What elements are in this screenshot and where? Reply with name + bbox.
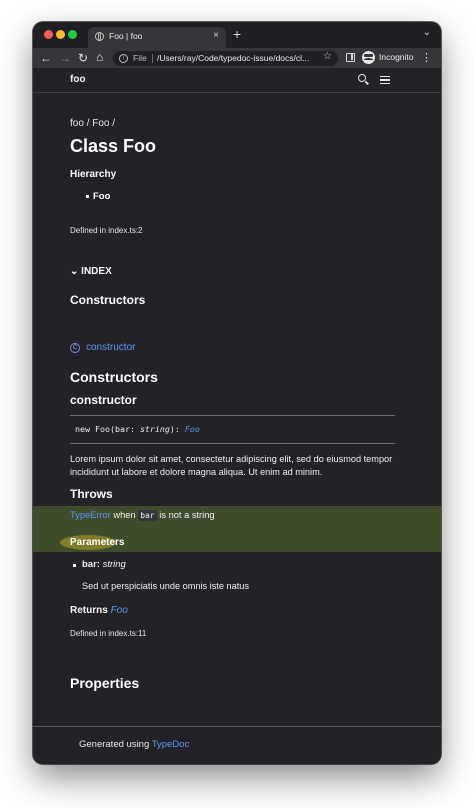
back-button[interactable]: ←: [40, 50, 52, 66]
incognito-label[interactable]: Incognito: [379, 52, 414, 62]
browser-toolbar: ← → ↻ ⌂ i File /Users/ray/Code/typedoc-i…: [33, 48, 441, 68]
tab-close-icon[interactable]: ×: [213, 30, 219, 42]
inline-code: bar: [138, 510, 157, 521]
minimize-window-button[interactable]: [56, 30, 65, 39]
signature-return-type-link[interactable]: Foo: [185, 424, 200, 434]
breadcrumb[interactable]: foo / Foo /: [70, 118, 115, 129]
footer: Generated using TypeDoc: [33, 726, 441, 764]
returns-label: Returns: [70, 605, 108, 616]
tab-search-chevron-icon[interactable]: ⌄: [423, 27, 431, 38]
new-tab-button[interactable]: +: [233, 26, 241, 42]
constructor-link[interactable]: constructor: [86, 342, 135, 353]
bookmark-star-icon[interactable]: ☆: [323, 51, 332, 62]
index-label: INDEX: [81, 266, 112, 277]
signature-prefix: new Foo(bar:: [75, 424, 140, 434]
site-title-link[interactable]: foo: [70, 74, 86, 85]
type-error-link[interactable]: TypeError: [70, 510, 111, 520]
returns-type-link[interactable]: Foo: [111, 605, 128, 616]
properties-heading: Properties: [70, 675, 140, 691]
parameter-description: Sed ut perspiciatis unde omnis iste natu…: [82, 581, 249, 591]
constructor-description: Lorem ipsum dolor sit amet, consectetur …: [70, 454, 393, 477]
parameter-type: string: [102, 559, 126, 570]
constructor-kind-icon: C: [70, 343, 80, 353]
signature-param-type: string: [139, 424, 170, 434]
footer-prefix: Generated using: [79, 739, 152, 750]
address-bar[interactable]: i File /Users/ray/Code/typedoc-issue/doc…: [113, 51, 338, 66]
page-title: Class Foo: [70, 136, 157, 156]
globe-icon: [95, 32, 104, 41]
forward-button[interactable]: →: [59, 50, 71, 66]
browser-window: Foo | foo × + ⌄ ← → ↻ ⌂ i File /Users/ra…: [33, 22, 441, 764]
close-window-button[interactable]: [44, 30, 53, 39]
throws-rest: is not a string: [156, 510, 215, 520]
throws-text: TypeError when bar is not a string: [70, 510, 215, 521]
returns-line: Returns Foo: [70, 605, 128, 616]
tab-strip: Foo | foo × + ⌄: [33, 22, 441, 48]
constructor-heading: constructor: [70, 393, 137, 407]
parameter-item: bar: string: [82, 559, 126, 570]
index-toggle[interactable]: ⌄ INDEX: [70, 266, 112, 277]
footer-text: Generated using TypeDoc: [79, 739, 189, 750]
bullet-icon: [73, 564, 76, 567]
constructors-section-heading: Constructors: [70, 369, 158, 385]
defined-in-2: Defined in index.ts:11: [70, 629, 147, 638]
constructor-signature: new Foo(bar: string): Foo: [75, 424, 200, 434]
browser-tab[interactable]: Foo | foo ×: [88, 27, 226, 48]
signature-divider-bottom: [70, 443, 395, 444]
tab-title: Foo | foo: [109, 31, 143, 41]
browser-menu-icon[interactable]: ⋮: [421, 50, 432, 66]
throws-when: when: [110, 510, 139, 520]
parameter-name: bar:: [82, 559, 100, 570]
search-icon[interactable]: [358, 74, 366, 82]
menu-icon[interactable]: [380, 76, 390, 84]
hierarchy-item: Foo: [93, 191, 111, 202]
file-label: File: [133, 53, 147, 63]
chevron-down-icon: ⌄: [70, 266, 79, 277]
signature-divider-top: [70, 415, 395, 416]
side-panel-icon[interactable]: [346, 53, 355, 62]
omnibox-divider: [152, 54, 153, 63]
signature-middle: ):: [169, 424, 185, 434]
home-button[interactable]: ⌂: [96, 49, 103, 65]
typedoc-link[interactable]: TypeDoc: [152, 739, 190, 750]
incognito-icon[interactable]: [362, 51, 375, 64]
defined-in: Defined in index.ts:2: [70, 226, 143, 235]
site-header: foo: [33, 68, 441, 93]
info-icon[interactable]: i: [119, 54, 128, 63]
hierarchy-heading: Hierarchy: [70, 169, 117, 180]
maximize-window-button[interactable]: [68, 30, 77, 39]
reload-button[interactable]: ↻: [78, 50, 88, 66]
parameters-heading: Parameters: [70, 537, 125, 548]
bullet-icon: [86, 195, 89, 198]
index-constructors-heading: Constructors: [70, 293, 146, 307]
throws-heading: Throws: [70, 487, 113, 501]
url-text[interactable]: /Users/ray/Code/typedoc-issue/docs/cl...: [157, 53, 315, 63]
page-content: foo foo / Foo / Class Foo Hierarchy Foo …: [33, 68, 441, 764]
